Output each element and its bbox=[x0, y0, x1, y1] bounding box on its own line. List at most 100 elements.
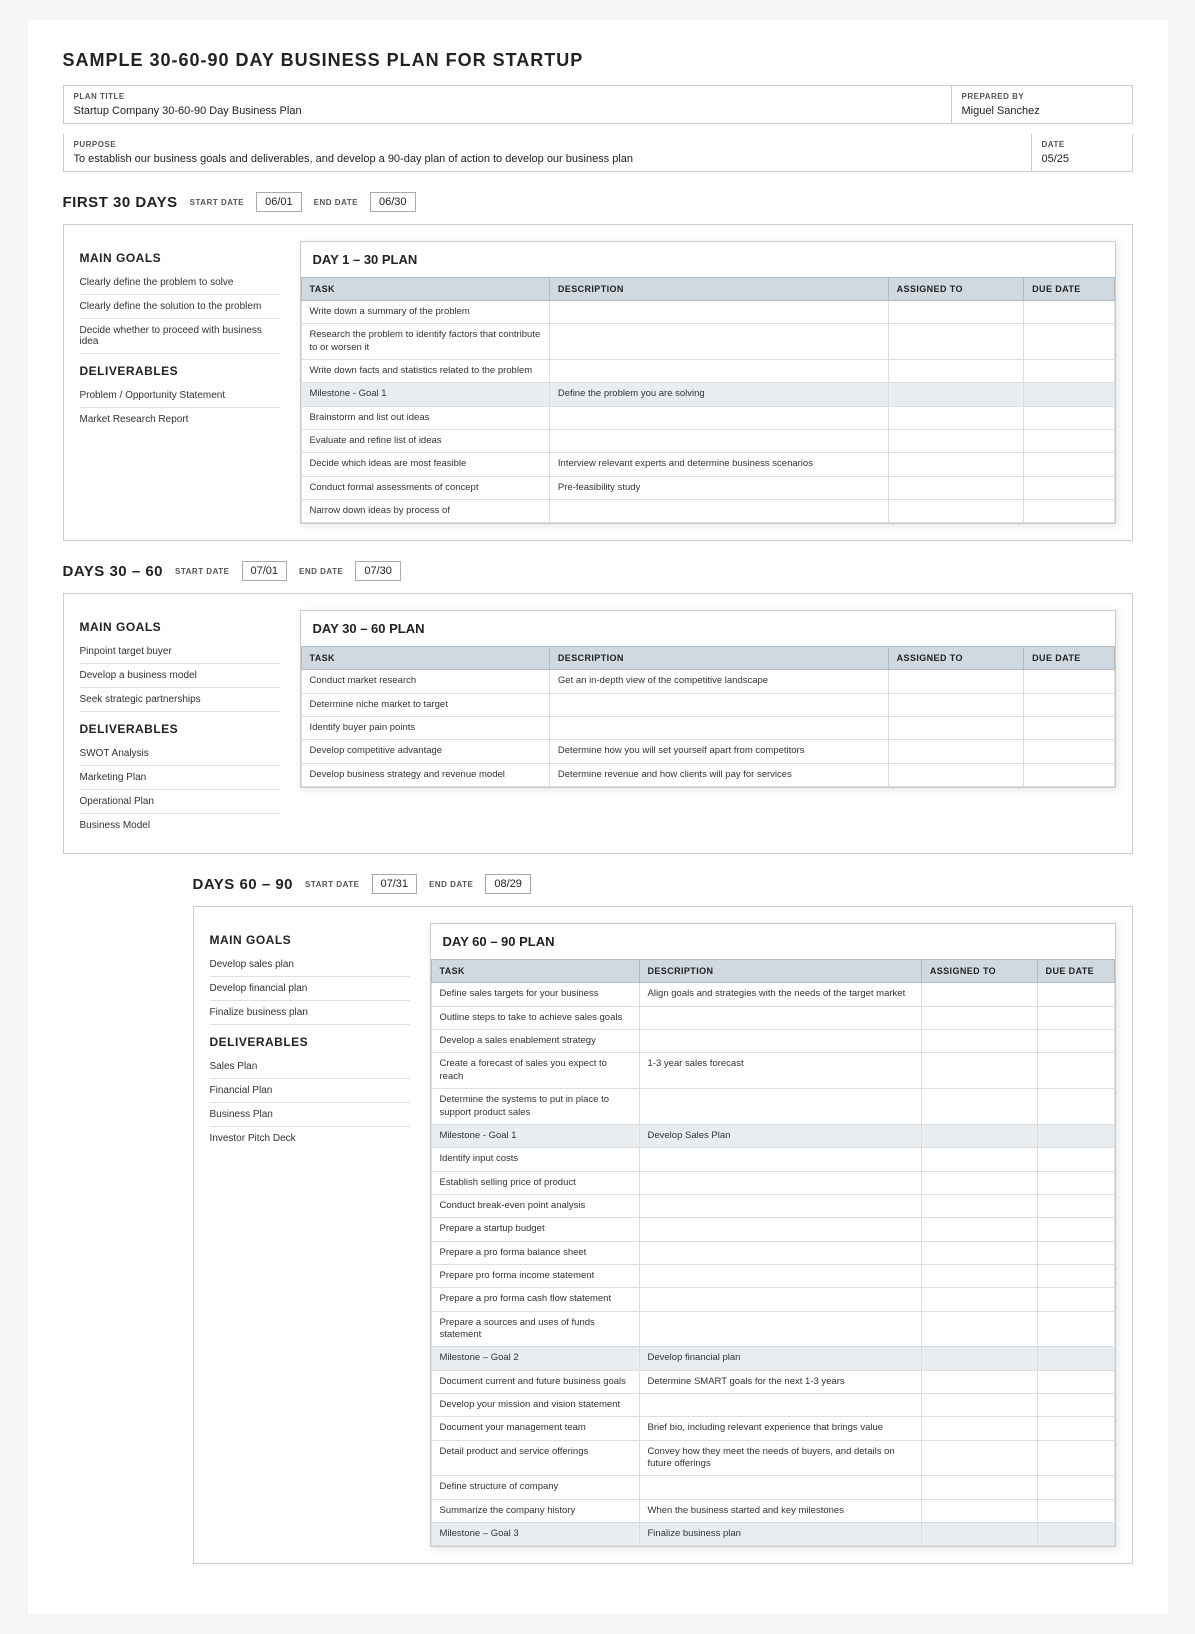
cell-task: Decide which ideas are most feasible bbox=[301, 453, 549, 476]
days3060-goal-2: Develop a business model bbox=[80, 664, 280, 688]
days3060-goals-col: MAIN GOALS Pinpoint target buyer Develop… bbox=[80, 610, 290, 837]
cell-task: Detail product and service offerings bbox=[431, 1440, 639, 1476]
cell-assigned bbox=[921, 1393, 1037, 1416]
cell-due bbox=[1037, 1030, 1114, 1053]
cell-task: Create a forecast of sales you expect to… bbox=[431, 1053, 639, 1089]
table-row: Document your management teamBrief bio, … bbox=[431, 1417, 1114, 1440]
days3060-section: DAYS 30 – 60 START DATE 07/01 END DATE 0… bbox=[63, 561, 1133, 854]
table-row: Write down facts and statistics related … bbox=[301, 360, 1114, 383]
first30-goals-title: MAIN GOALS bbox=[80, 251, 280, 265]
first30-goal-3: Decide whether to proceed with business … bbox=[80, 319, 280, 354]
cell-description: Align goals and strategies with the need… bbox=[639, 983, 921, 1006]
days3060-end-date: 07/30 bbox=[355, 561, 401, 581]
days3060-plan-table: TASK DESCRIPTION ASSIGNED TO DUE DATE Co… bbox=[301, 646, 1115, 787]
cell-task: Prepare a pro forma cash flow statement bbox=[431, 1288, 639, 1311]
first30-end-date: 06/30 bbox=[370, 192, 416, 212]
cell-due bbox=[1024, 717, 1114, 740]
cell-due bbox=[1024, 500, 1114, 523]
cell-description bbox=[549, 301, 888, 324]
cell-assigned bbox=[921, 1124, 1037, 1147]
cell-task: Document your management team bbox=[431, 1417, 639, 1440]
days6090-del-4: Investor Pitch Deck bbox=[210, 1127, 410, 1150]
cell-assigned bbox=[888, 500, 1024, 523]
days3060-goal-3: Seek strategic partnerships bbox=[80, 688, 280, 712]
cell-due bbox=[1037, 1006, 1114, 1029]
cell-assigned bbox=[921, 1440, 1037, 1476]
days3060-th-task: TASK bbox=[301, 647, 549, 670]
plan-title-label: PLAN TITLE bbox=[74, 92, 941, 101]
cell-due bbox=[1037, 1264, 1114, 1287]
days3060-deliverables-title: DELIVERABLES bbox=[80, 722, 280, 736]
cell-task: Develop competitive advantage bbox=[301, 740, 549, 763]
cell-description bbox=[549, 500, 888, 523]
purpose-label: PURPOSE bbox=[74, 140, 1021, 149]
days3060-th-desc: DESCRIPTION bbox=[549, 647, 888, 670]
cell-due bbox=[1037, 1089, 1114, 1125]
cell-description bbox=[639, 1089, 921, 1125]
table-row: Milestone – Goal 2Develop financial plan bbox=[431, 1347, 1114, 1370]
cell-task: Outline steps to take to achieve sales g… bbox=[431, 1006, 639, 1029]
table-row: Narrow down ideas by process of bbox=[301, 500, 1114, 523]
cell-description bbox=[639, 1006, 921, 1029]
main-title: SAMPLE 30-60-90 DAY BUSINESS PLAN FOR ST… bbox=[63, 50, 1133, 71]
table-row: Decide which ideas are most feasibleInte… bbox=[301, 453, 1114, 476]
days6090-plan-table-container: DAY 60 – 90 PLAN TASK DESCRIPTION ASSIGN… bbox=[430, 923, 1116, 1547]
cell-due bbox=[1037, 1476, 1114, 1499]
cell-assigned bbox=[921, 1030, 1037, 1053]
first30-goal-2: Clearly define the solution to the probl… bbox=[80, 295, 280, 319]
cell-assigned bbox=[921, 1171, 1037, 1194]
days3060-plan-title: DAY 30 – 60 PLAN bbox=[301, 611, 1115, 646]
first30-th-assigned: ASSIGNED TO bbox=[888, 278, 1024, 301]
cell-due bbox=[1037, 1218, 1114, 1241]
days6090-end-label: END DATE bbox=[429, 880, 473, 889]
cell-description bbox=[639, 1311, 921, 1347]
days6090-start-label: START DATE bbox=[305, 880, 359, 889]
table-row: Conduct market researchGet an in-depth v… bbox=[301, 670, 1114, 693]
cell-due bbox=[1037, 1311, 1114, 1347]
cell-task: Establish selling price of product bbox=[431, 1171, 639, 1194]
cell-description bbox=[549, 406, 888, 429]
cell-assigned bbox=[921, 1347, 1037, 1370]
first30-th-desc: DESCRIPTION bbox=[549, 278, 888, 301]
days3060-end-label: END DATE bbox=[299, 567, 343, 576]
table-row: Document current and future business goa… bbox=[431, 1370, 1114, 1393]
cell-task: Develop business strategy and revenue mo… bbox=[301, 763, 549, 786]
cell-due bbox=[1037, 1194, 1114, 1217]
cell-description bbox=[549, 717, 888, 740]
cell-due bbox=[1024, 324, 1114, 360]
cell-description bbox=[639, 1030, 921, 1053]
table-row: Define sales targets for your businessAl… bbox=[431, 983, 1114, 1006]
days6090-table-header-row: TASK DESCRIPTION ASSIGNED TO DUE DATE bbox=[431, 960, 1114, 983]
first30-card: MAIN GOALS Clearly define the problem to… bbox=[63, 224, 1133, 541]
days6090-goals-col: MAIN GOALS Develop sales plan Develop fi… bbox=[210, 923, 420, 1150]
cell-description bbox=[639, 1194, 921, 1217]
days6090-goals-title: MAIN GOALS bbox=[210, 933, 410, 947]
cell-due bbox=[1024, 301, 1114, 324]
table-row: Develop your mission and vision statemen… bbox=[431, 1393, 1114, 1416]
first30-plan-table: TASK DESCRIPTION ASSIGNED TO DUE DATE Wr… bbox=[301, 277, 1115, 523]
header-grid: PLAN TITLE Startup Company 30-60-90 Day … bbox=[63, 85, 1133, 124]
prepared-by-cell: PREPARED BY Miguel Sanchez bbox=[952, 86, 1132, 123]
cell-task: Determine niche market to target bbox=[301, 693, 549, 716]
cell-description: Brief bio, including relevant experience… bbox=[639, 1417, 921, 1440]
table-row: Determine the systems to put in place to… bbox=[431, 1089, 1114, 1125]
cell-due bbox=[1037, 1288, 1114, 1311]
first30-header-row: FIRST 30 DAYS START DATE 06/01 END DATE … bbox=[63, 192, 1133, 212]
cell-due bbox=[1024, 453, 1114, 476]
plan-title-value: Startup Company 30-60-90 Day Business Pl… bbox=[74, 105, 941, 117]
table-row: Identify input costs bbox=[431, 1148, 1114, 1171]
cell-task: Summarize the company history bbox=[431, 1499, 639, 1522]
purpose-grid: PURPOSE To establish our business goals … bbox=[63, 134, 1133, 172]
cell-description: Pre-feasibility study bbox=[549, 476, 888, 499]
table-row: Summarize the company historyWhen the bu… bbox=[431, 1499, 1114, 1522]
days3060-plan-table-container: DAY 30 – 60 PLAN TASK DESCRIPTION ASSIGN… bbox=[300, 610, 1116, 788]
cell-task: Conduct market research bbox=[301, 670, 549, 693]
cell-assigned bbox=[921, 1311, 1037, 1347]
table-row: Develop a sales enablement strategy bbox=[431, 1030, 1114, 1053]
days3060-title: DAYS 30 – 60 bbox=[63, 563, 164, 580]
first30-end-label: END DATE bbox=[314, 198, 358, 207]
cell-assigned bbox=[921, 1218, 1037, 1241]
cell-description: Determine revenue and how clients will p… bbox=[549, 763, 888, 786]
plan-title-cell: PLAN TITLE Startup Company 30-60-90 Day … bbox=[64, 86, 952, 123]
cell-due bbox=[1024, 693, 1114, 716]
